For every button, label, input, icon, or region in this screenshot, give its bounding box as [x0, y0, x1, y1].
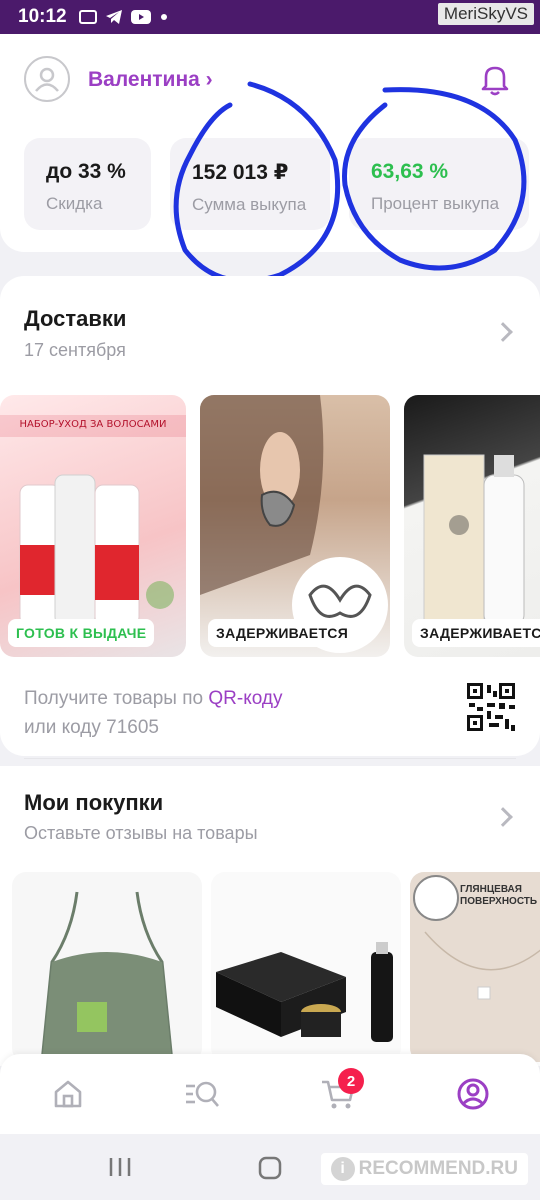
purchase-item[interactable]: ГЛЯНЦЕВАЯ ПОВЕРХНОСТЬ: [410, 872, 540, 1062]
qr-text-prefix: Получите товары по: [24, 688, 209, 709]
purchases-subtitle: Оставьте отзывы на товары: [24, 823, 258, 843]
blue-marker-annotation: [173, 81, 527, 284]
user-icon: [35, 67, 59, 92]
discount-stat[interactable]: до 33 % Скидка: [24, 138, 151, 230]
section-divider: [24, 758, 516, 759]
purchases-title: Мои покупки: [24, 790, 164, 815]
status-time: 10:12: [18, 6, 67, 27]
cosmetics-box-image: [216, 942, 393, 1042]
youtube-icon: [130, 10, 151, 24]
delivery-item[interactable]: ЗАДЕРЖИВАЕТСЯ: [200, 395, 390, 657]
purchase-item[interactable]: [12, 872, 202, 1062]
status-badge: ЗАДЕРЖИВАЕТСЯ: [208, 619, 357, 647]
qr-code-link[interactable]: QR-коду: [208, 688, 282, 709]
discount-value: до 33 %: [46, 160, 126, 183]
green-top-image: [40, 891, 174, 1062]
watermark-username: MeriSkyVS: [437, 3, 534, 25]
purchase-item[interactable]: [211, 872, 401, 1062]
hair-care-set-image: НАБОР-УХОД ЗА ВОЛОСАМИ: [0, 415, 186, 626]
pickup-code-text: или коду 71605: [24, 717, 159, 738]
recent-apps-icon[interactable]: [108, 1156, 132, 1178]
status-badge: ГОТОВ К ВЫДАЧЕ: [8, 619, 155, 647]
home-button-icon[interactable]: [258, 1156, 282, 1180]
svg-text:НАБОР-УХОД ЗА ВОЛОСАМИ: НАБОР-УХОД ЗА ВОЛОСАМИ: [19, 419, 166, 430]
home-icon[interactable]: [48, 1074, 88, 1114]
butterfly-earrings-image: [200, 395, 388, 653]
discount-label: Скидка: [46, 194, 103, 213]
deliveries-title: Доставки: [24, 306, 127, 331]
gallery-icon: [78, 10, 97, 24]
avatar[interactable]: [24, 56, 70, 102]
watermark-recommend: i RECOMMEND.RU: [320, 1153, 528, 1185]
profile-nav-icon[interactable]: [453, 1074, 493, 1114]
notification-dot-icon: [160, 14, 167, 20]
qr-code-icon[interactable]: [467, 683, 515, 731]
qr-instruction: Получите товары по QR-коду или коду 7160…: [24, 684, 282, 742]
cosmetics-bottle-image: [423, 454, 525, 626]
delivery-item[interactable]: НАБОР-УХОД ЗА ВОЛОСАМИ ГОТОВ К ВЫДАЧЕ: [0, 395, 186, 657]
delivery-item[interactable]: ЗАДЕРЖИВАЕТСЯ: [404, 395, 540, 657]
cart-count-badge: 2: [338, 1068, 364, 1094]
product-tag: ГЛЯНЦЕВАЯ ПОВЕРХНОСТЬ: [460, 884, 538, 907]
deliveries-date: 17 сентября: [24, 340, 126, 360]
catalog-search-icon[interactable]: [183, 1074, 223, 1114]
telegram-icon: [105, 10, 122, 24]
status-badge: ЗАДЕРЖИВАЕТСЯ: [412, 619, 540, 647]
